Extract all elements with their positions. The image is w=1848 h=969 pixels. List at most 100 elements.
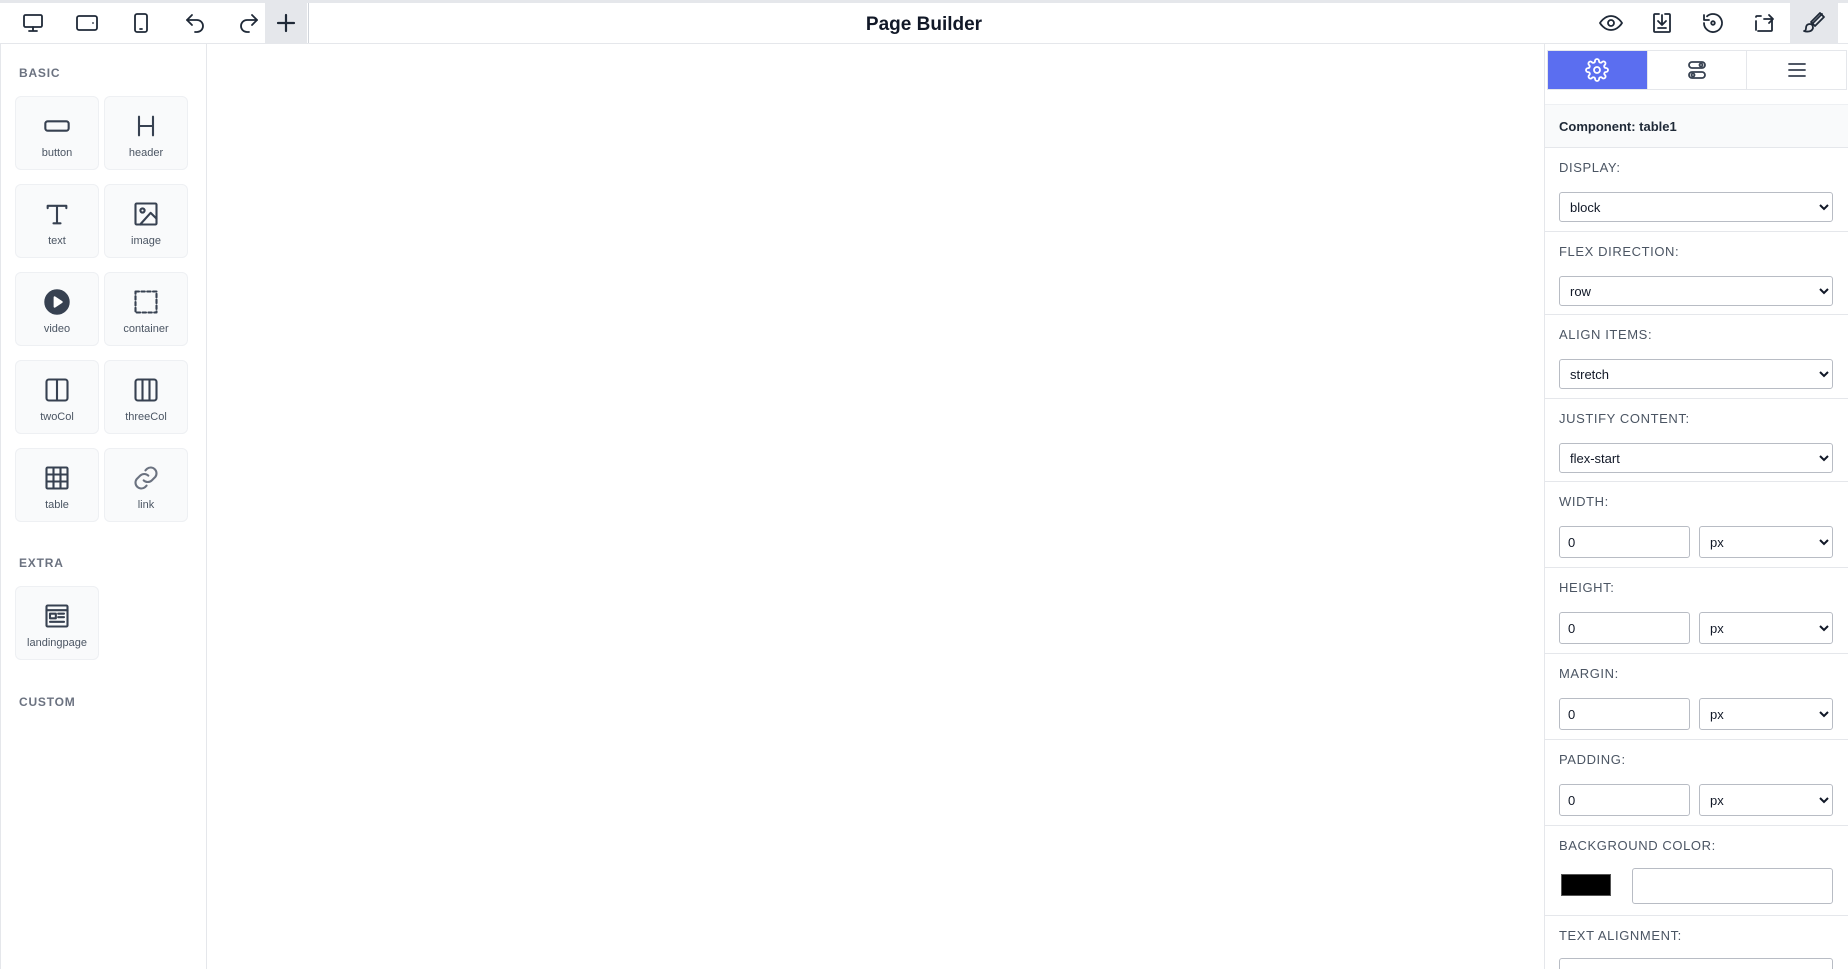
editor-canvas[interactable]: [207, 44, 1544, 969]
prop-label: MARGIN:: [1559, 666, 1619, 681]
block-header[interactable]: header: [104, 96, 188, 170]
landing-page-icon: [45, 604, 69, 628]
export-icon: [1755, 14, 1774, 32]
height-input[interactable]: [1559, 612, 1690, 644]
redo-icon: [240, 14, 258, 33]
block-label: link: [137, 499, 155, 511]
prop-text-alignment: TEXT ALIGNMENT:: [1545, 916, 1848, 969]
reset-button[interactable]: [1688, 3, 1738, 43]
download-button[interactable]: [1637, 3, 1687, 43]
component-header: Component: table1: [1545, 104, 1848, 148]
margin-input[interactable]: [1559, 698, 1690, 730]
prop-label: FLEX DIRECTION:: [1559, 244, 1680, 259]
block-landingpage[interactable]: landingpage: [15, 586, 99, 660]
desktop-icon: [23, 14, 43, 32]
text-icon: [46, 204, 68, 225]
block-label: button: [41, 147, 73, 159]
preview-button[interactable]: [1586, 3, 1636, 43]
desktop-view-button[interactable]: [8, 3, 58, 43]
add-button[interactable]: [265, 3, 307, 43]
prop-height: HEIGHT: px: [1545, 568, 1848, 654]
prop-label: WIDTH:: [1559, 494, 1609, 509]
tablet-landscape-view-button[interactable]: [62, 3, 112, 43]
panel-tabs: [1547, 50, 1847, 90]
prop-background-color: BACKGROUND COLOR:: [1545, 826, 1848, 916]
width-input[interactable]: [1559, 526, 1690, 558]
prop-label: ALIGN ITEMS:: [1559, 327, 1653, 342]
image-icon: [134, 202, 158, 226]
display-select[interactable]: block: [1559, 192, 1833, 222]
background-color-swatch[interactable]: [1561, 874, 1611, 896]
block-container[interactable]: container: [104, 272, 188, 346]
link-icon: [134, 466, 158, 490]
justify-content-select[interactable]: flex-start: [1559, 443, 1833, 473]
style-panel: Component: table1 DISPLAY: block FLEX DI…: [1544, 44, 1848, 969]
style-manager-button[interactable]: [1790, 3, 1838, 43]
download-icon: [1653, 13, 1671, 33]
prop-label: JUSTIFY CONTENT:: [1559, 411, 1690, 426]
tab-settings[interactable]: [1548, 51, 1648, 89]
background-color-input[interactable]: [1632, 868, 1833, 904]
block-threecol[interactable]: threeCol: [104, 360, 188, 434]
undo-button[interactable]: [170, 3, 220, 43]
top-toolbar: Page Builder: [0, 0, 1848, 44]
undo-icon: [186, 14, 204, 33]
mobile-icon: [134, 13, 148, 33]
section-label-custom: CUSTOM: [19, 695, 76, 709]
flex-direction-select[interactable]: row: [1559, 276, 1833, 306]
three-column-icon: [134, 378, 158, 402]
tab-layers[interactable]: [1747, 51, 1846, 89]
block-label: threeCol: [125, 411, 167, 423]
tab-traits[interactable]: [1648, 51, 1748, 89]
prop-label: HEIGHT:: [1559, 580, 1615, 595]
section-label-basic: BASIC: [19, 66, 61, 80]
block-label: landingpage: [27, 637, 87, 649]
block-text[interactable]: text: [15, 184, 99, 258]
prop-display: DISPLAY: block: [1545, 148, 1848, 232]
text-alignment-select[interactable]: [1559, 958, 1833, 969]
block-table[interactable]: table: [15, 448, 99, 522]
block-video[interactable]: video: [15, 272, 99, 346]
prop-width: WIDTH: px: [1545, 482, 1848, 568]
block-label: video: [43, 323, 71, 335]
menu-icon: [1787, 63, 1806, 77]
paint-brush-icon: [1803, 12, 1825, 33]
margin-unit-select[interactable]: px: [1699, 698, 1833, 730]
padding-input[interactable]: [1559, 784, 1690, 816]
block-label: image: [131, 235, 161, 247]
blocks-sidebar: BASIC button header text image video con…: [0, 44, 207, 969]
prop-justify-content: JUSTIFY CONTENT: flex-start: [1545, 399, 1848, 482]
prop-label: DISPLAY:: [1559, 160, 1621, 175]
mobile-view-button[interactable]: [116, 3, 166, 43]
header-icon: [137, 115, 155, 137]
container-icon: [134, 290, 158, 314]
prop-label: PADDING:: [1559, 752, 1626, 767]
block-label: container: [123, 323, 169, 335]
block-label: table: [45, 499, 69, 511]
tablet-landscape-icon: [76, 15, 98, 31]
block-twocol[interactable]: twoCol: [15, 360, 99, 434]
block-label: text: [48, 235, 66, 247]
prop-label: TEXT ALIGNMENT:: [1559, 928, 1682, 943]
block-link[interactable]: link: [104, 448, 188, 522]
gear-icon: [1585, 58, 1610, 82]
block-label: header: [128, 147, 164, 159]
button-icon: [44, 120, 70, 132]
component-label: Component: table1: [1559, 119, 1677, 134]
export-button[interactable]: [1739, 3, 1789, 43]
video-icon: [44, 289, 70, 315]
reset-icon: [1703, 13, 1723, 33]
align-items-select[interactable]: stretch: [1559, 359, 1833, 389]
padding-unit-select[interactable]: px: [1699, 784, 1833, 816]
table-icon: [45, 466, 69, 490]
prop-margin: MARGIN: px: [1545, 654, 1848, 740]
block-image[interactable]: image: [104, 184, 188, 258]
width-unit-select[interactable]: px: [1699, 526, 1833, 558]
prop-flex-direction: FLEX DIRECTION: row: [1545, 232, 1848, 315]
toolbar-divider: [308, 3, 309, 43]
height-unit-select[interactable]: px: [1699, 612, 1833, 644]
two-column-icon: [45, 378, 69, 402]
sliders-icon: [1688, 61, 1706, 79]
block-button[interactable]: button: [15, 96, 99, 170]
block-label: twoCol: [40, 411, 74, 423]
